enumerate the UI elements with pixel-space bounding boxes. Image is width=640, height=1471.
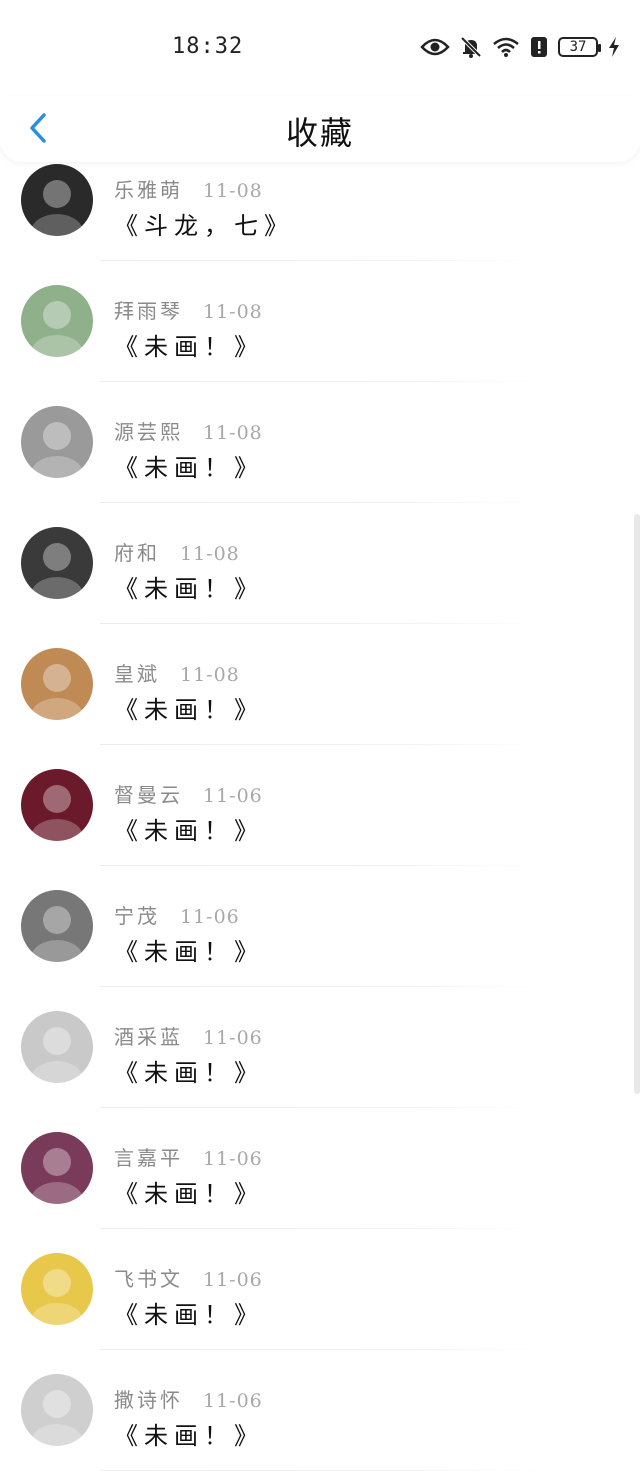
avatar[interactable]: [21, 527, 93, 599]
avatar[interactable]: [21, 1132, 93, 1204]
post-title[interactable]: 《未画！》: [114, 1295, 264, 1330]
post-title[interactable]: 《未画！》: [114, 1174, 264, 1209]
author-name: 撒诗怀: [114, 1388, 183, 1412]
post-title[interactable]: 《未画！》: [114, 811, 264, 846]
post-title[interactable]: 《未画！》: [114, 690, 264, 725]
list-item[interactable]: 拜雨琴 11-08 《未画！》: [0, 261, 640, 382]
page-title: 收藏: [285, 114, 354, 152]
author-name: 源芸熙: [114, 420, 183, 444]
author-name: 飞书文: [114, 1267, 183, 1291]
post-title[interactable]: 《斗龙，七》: [114, 206, 294, 241]
author-name: 乐雅萌: [114, 178, 183, 202]
avatar[interactable]: [21, 890, 93, 962]
post-date: 11-06: [203, 1148, 263, 1170]
avatar[interactable]: [21, 285, 93, 357]
list-item[interactable]: 宁茂 11-06 《未画！》: [0, 866, 640, 987]
post-title[interactable]: 《未画！》: [114, 569, 264, 604]
author-name: 酒采蓝: [114, 1025, 183, 1049]
avatar[interactable]: [21, 164, 93, 236]
favorites-list: 乐雅萌 11-08 《斗龙，七》 拜雨琴 11-08 《未画！》 源芸熙 11-08 《未画！》…: [0, 140, 640, 1471]
battery-indicator: 37: [558, 37, 601, 57]
post-title[interactable]: 《未画！》: [114, 327, 264, 362]
status-icons: 37: [420, 32, 620, 62]
avatar[interactable]: [21, 1011, 93, 1083]
post-date: 11-08: [203, 301, 263, 323]
list-item[interactable]: 皇斌 11-08 《未画！》: [0, 624, 640, 745]
author-name: 宁茂: [114, 904, 160, 928]
avatar[interactable]: [21, 648, 93, 720]
list-item[interactable]: 撒诗怀 11-06 《未画！》: [0, 1350, 640, 1471]
post-date: 11-06: [203, 1269, 263, 1291]
post-date: 11-08: [180, 664, 240, 686]
author-name: 言嘉平: [114, 1146, 183, 1170]
list-item[interactable]: 酒采蓝 11-06 《未画！》: [0, 987, 640, 1108]
alert-icon: [530, 36, 548, 58]
avatar[interactable]: [21, 1253, 93, 1325]
post-date: 11-08: [203, 180, 263, 202]
list-item[interactable]: 府和 11-08 《未画！》: [0, 503, 640, 624]
post-title[interactable]: 《未画！》: [114, 1416, 264, 1451]
mute-bell-icon: [460, 36, 482, 58]
app-header: 收藏: [0, 96, 640, 162]
list-item[interactable]: 源芸熙 11-08 《未画！》: [0, 382, 640, 503]
post-title[interactable]: 《未画！》: [114, 448, 264, 483]
list-item[interactable]: 督曼云 11-06 《未画！》: [0, 745, 640, 866]
eye-icon: [420, 37, 450, 57]
scrollbar[interactable]: [634, 514, 640, 1094]
post-title[interactable]: 《未画！》: [114, 1053, 264, 1088]
avatar[interactable]: [21, 406, 93, 478]
post-date: 11-06: [203, 1027, 263, 1049]
author-name: 督曼云: [114, 783, 183, 807]
status-time: 18:32: [172, 34, 244, 59]
post-date: 11-06: [203, 1390, 263, 1412]
post-date: 11-06: [203, 785, 263, 807]
post-title[interactable]: 《未画！》: [114, 932, 264, 967]
post-date: 11-08: [203, 422, 263, 444]
list-item[interactable]: 飞书文 11-06 《未画！》: [0, 1229, 640, 1350]
list-item[interactable]: 言嘉平 11-06 《未画！》: [0, 1108, 640, 1229]
author-name: 皇斌: [114, 662, 160, 686]
avatar[interactable]: [21, 1374, 93, 1446]
post-date: 11-08: [180, 543, 240, 565]
wifi-icon: [492, 36, 520, 58]
post-date: 11-06: [180, 906, 240, 928]
author-name: 拜雨琴: [114, 299, 183, 323]
avatar[interactable]: [21, 769, 93, 841]
charging-icon: [608, 36, 620, 58]
author-name: 府和: [114, 541, 160, 565]
status-bar: 18:32 37: [0, 0, 640, 96]
